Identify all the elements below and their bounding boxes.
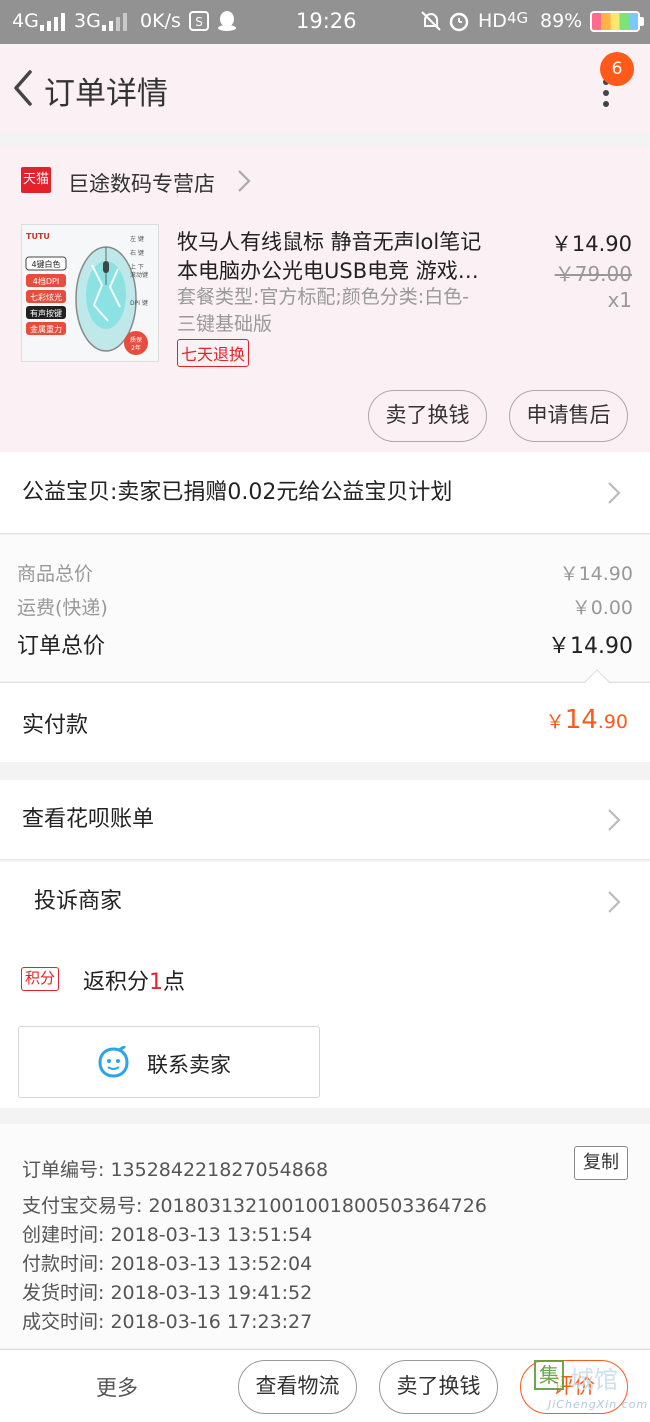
more-button[interactable]: 更多 [96, 1372, 138, 1402]
clock-time: 19:26 [296, 9, 357, 33]
page-title: 订单详情 [44, 76, 168, 112]
network-speed: 0K/s [140, 10, 181, 32]
order-info: 订单编号: 135284221827054868 复制 支付宝交易号: 2018… [0, 1124, 650, 1348]
feature-label-3: 七彩炫光 [30, 292, 62, 302]
key-dpi-label: DPI 键 [130, 299, 148, 307]
goods-total-label: 商品总价 [17, 563, 94, 585]
seven-day-return-tag: 七天退换 [177, 339, 250, 367]
alarm-icon [449, 12, 469, 32]
completed-time: 成交时间: 2018-03-16 17:23:27 [22, 1311, 313, 1333]
watermark-logo: 集 [534, 1360, 564, 1390]
chevron-right-icon [608, 891, 621, 913]
huabei-bill-label: 查看花呗账单 [22, 807, 155, 832]
shipped-time: 发货时间: 2018-03-13 19:41:52 [22, 1282, 313, 1304]
notification-badge[interactable]: 6 [600, 52, 634, 86]
contact-seller-label: 联系卖家 [147, 1053, 231, 1077]
watermark-text: 城馆 [570, 1366, 618, 1394]
complain-seller-row[interactable]: 投诉商家 [0, 862, 650, 942]
goods-total-value: ￥14.90 [559, 563, 633, 585]
points-tag: 积分 [21, 967, 60, 991]
svg-text:S: S [195, 15, 203, 29]
contact-section: 联系卖家 [0, 1018, 650, 1108]
chevron-right-icon [608, 482, 621, 504]
brand-mark: TUTU [26, 232, 50, 241]
s-app-icon: S [189, 11, 209, 31]
complain-seller-label: 投诉商家 [34, 889, 123, 914]
network-label-1: 4G [12, 10, 39, 32]
feature-label-2: 4档DPI [33, 276, 59, 286]
view-logistics-button[interactable]: 查看物流 [238, 1360, 357, 1414]
shipping-value: ￥0.00 [571, 597, 633, 619]
price-summary: 商品总价 ￥14.90 运费(快递) ￥0.00 订单总价 ￥14.90 [0, 535, 650, 681]
points-text: 返积分1点 [83, 964, 185, 996]
product-card[interactable]: TUTU 左 键 右 键 上 下 滚动键 DPI 键 4键白色 4档DPI 七彩… [0, 214, 650, 452]
shop-header[interactable]: 天猫 巨途数码专营店 [0, 146, 650, 214]
actual-payment-value: ￥14.90 [546, 705, 628, 735]
points-prefix: 返积分 [83, 970, 150, 995]
copy-button[interactable]: 复制 [574, 1146, 628, 1180]
key-right-label: 右 键 [130, 249, 144, 257]
points-row: 积分 返积分1点 [0, 940, 650, 1020]
key-scroll-label-2: 滚动键 [130, 271, 148, 279]
mouse-product-illustration: TUTU 左 键 右 键 上 下 滚动键 DPI 键 4键白色 4档DPI 七彩… [22, 225, 158, 361]
tmall-badge: 天猫 [21, 167, 51, 193]
key-scroll-label-1: 上 下 [130, 263, 144, 271]
status-bar: 4G 3G 0K/s S 19:26 HD 4G 89% [0, 0, 650, 44]
key-left-label: 左 键 [130, 235, 144, 243]
alipay-trade-number: 支付宝交易号: 2018031321001001800503364726 [22, 1195, 487, 1217]
warranty-label-2: 2年 [131, 344, 141, 352]
qq-icon [218, 11, 236, 31]
order-number: 订单编号: 135284221827054868 [22, 1159, 329, 1181]
product-price: ￥14.90 [550, 232, 632, 256]
feature-label-5: 金属重力 [30, 324, 62, 334]
product-image[interactable]: TUTU 左 键 右 键 上 下 滚动键 DPI 键 4键白色 4档DPI 七彩… [21, 224, 159, 362]
signal-icon-2 [102, 13, 127, 31]
order-total-label: 订单总价 [17, 634, 106, 659]
after-sales-button[interactable]: 申请售后 [509, 390, 628, 442]
shipping-label: 运费(快递) [17, 597, 108, 619]
hd-label: HD [478, 10, 507, 32]
amount-decimal: .90 [597, 711, 628, 733]
battery-icon [590, 11, 640, 32]
mute-bell-icon [421, 11, 441, 31]
site-watermark: 集 城馆 JiChengXin.com [534, 1360, 650, 1420]
chevron-right-icon [238, 170, 251, 192]
created-time: 创建时间: 2018-03-13 13:51:54 [22, 1224, 313, 1246]
points-suffix: 点 [163, 970, 186, 995]
network-label-2: 3G [74, 10, 101, 32]
currency-symbol: ￥ [545, 711, 565, 733]
shop-name[interactable]: 巨途数码专营店 [68, 168, 215, 198]
points-number: 1 [149, 970, 164, 995]
warranty-label-1: 质保 [130, 336, 142, 344]
wangwang-chat-icon [98, 1046, 129, 1078]
hd-network: 4G [507, 9, 529, 27]
resell-button[interactable]: 卖了换钱 [368, 390, 487, 442]
actual-payment: 实付款 ￥14.90 [0, 669, 650, 762]
product-title[interactable]: 牧马人有线鼠标 静音无声lol笔记本电脑办公光电USB电竞 游戏… [177, 228, 502, 286]
huabei-bill-row[interactable]: 查看花呗账单 [0, 780, 650, 860]
product-spec: 套餐类型:官方标配;颜色分类:白色-三键基础版 [177, 286, 470, 335]
nav-bar: 订单详情 6 [0, 44, 650, 132]
feature-label-4: 有声按键 [30, 308, 62, 318]
bottom-action-bar: 更多 查看物流 卖了换钱 评价 集 城馆 JiChengXin.com [0, 1349, 650, 1422]
resell-bottom-button[interactable]: 卖了换钱 [379, 1360, 498, 1414]
actual-payment-label: 实付款 [22, 713, 89, 738]
amount-integer: 14 [564, 705, 598, 735]
product-original-price: ￥79.00 [554, 262, 632, 286]
battery-tip [640, 17, 644, 26]
watermark-url: JiChengXin.com [548, 1398, 649, 1411]
product-quantity: x1 [607, 288, 632, 312]
chevron-right-icon [608, 809, 621, 831]
feature-label-1: 4键白色 [31, 259, 60, 269]
charity-row[interactable]: 公益宝贝:卖家已捐赠0.02元给公益宝贝计划 [0, 452, 650, 534]
charity-text: 公益宝贝:卖家已捐赠0.02元给公益宝贝计划 [22, 480, 453, 505]
contact-seller-button[interactable]: 联系卖家 [18, 1026, 320, 1098]
paid-time: 付款时间: 2018-03-13 13:52:04 [22, 1253, 313, 1275]
order-total-value: ￥14.90 [548, 634, 633, 659]
signal-icon [40, 13, 65, 31]
battery-percent: 89% [540, 10, 583, 32]
back-arrow-icon[interactable] [10, 66, 38, 110]
